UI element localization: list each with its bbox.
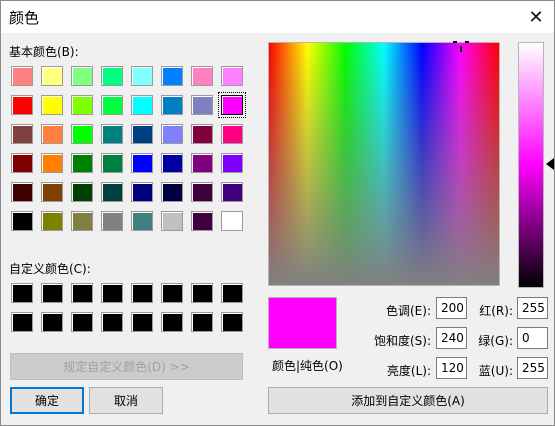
define-custom-colors-button[interactable]: 规定自定义颜色(D) >> xyxy=(10,353,243,380)
basic-color-swatch[interactable] xyxy=(221,124,243,144)
basic-color-swatch[interactable] xyxy=(191,211,213,231)
basic-color-swatch[interactable] xyxy=(131,182,153,202)
green-field[interactable]: 0 xyxy=(517,327,548,349)
saturation-field[interactable]: 240 xyxy=(436,327,467,349)
basic-color-swatch[interactable] xyxy=(161,182,183,202)
custom-color-swatch[interactable] xyxy=(41,283,63,303)
basic-color-swatch[interactable] xyxy=(131,153,153,173)
custom-color-swatch[interactable] xyxy=(131,312,153,332)
basic-color-swatch[interactable] xyxy=(41,182,63,202)
cancel-button[interactable]: 取消 xyxy=(89,387,163,414)
custom-colors-grid xyxy=(11,283,243,332)
basic-color-swatch[interactable] xyxy=(161,153,183,173)
basic-color-swatch[interactable] xyxy=(218,92,246,118)
basic-color-swatch[interactable] xyxy=(101,211,123,231)
basic-color-swatch[interactable] xyxy=(11,153,33,173)
preview-label: 颜色|纯色(O) xyxy=(272,359,343,373)
blue-label: 蓝(U): xyxy=(478,364,513,378)
basic-color-swatch[interactable] xyxy=(131,66,153,86)
basic-color-swatch[interactable] xyxy=(221,66,243,86)
basic-color-swatch[interactable] xyxy=(11,95,33,115)
basic-color-swatch[interactable] xyxy=(101,95,123,115)
basic-color-swatch[interactable] xyxy=(11,211,33,231)
basic-color-swatch[interactable] xyxy=(221,182,243,202)
red-label: 红(R): xyxy=(479,304,513,318)
basic-color-swatch[interactable] xyxy=(71,153,93,173)
basic-color-swatch[interactable] xyxy=(191,66,213,86)
saturation-label: 饱和度(S): xyxy=(373,334,431,348)
custom-color-swatch[interactable] xyxy=(101,283,123,303)
basic-color-swatch[interactable] xyxy=(191,182,213,202)
custom-color-swatch[interactable] xyxy=(41,312,63,332)
basic-color-swatch[interactable] xyxy=(161,95,183,115)
basic-color-swatch[interactable] xyxy=(71,182,93,202)
hue-field[interactable]: 200 xyxy=(436,297,467,319)
slider-arrow-icon[interactable] xyxy=(546,158,554,170)
basic-color-swatch[interactable] xyxy=(41,95,63,115)
basic-color-swatch[interactable] xyxy=(41,124,63,144)
custom-colors-label: 自定义颜色(C): xyxy=(9,262,91,276)
basic-color-swatch[interactable] xyxy=(101,124,123,144)
basic-color-swatch[interactable] xyxy=(101,153,123,173)
red-field[interactable]: 255 xyxy=(517,297,548,319)
blue-field[interactable]: 255 xyxy=(517,357,548,379)
luminance-label: 亮度(L): xyxy=(386,364,431,378)
basic-color-swatch[interactable] xyxy=(11,66,33,86)
basic-color-swatch[interactable] xyxy=(131,211,153,231)
basic-color-swatch[interactable] xyxy=(71,124,93,144)
custom-color-swatch[interactable] xyxy=(221,312,243,332)
green-label: 绿(G): xyxy=(478,334,513,348)
custom-color-swatch[interactable] xyxy=(191,312,213,332)
luminance-slider[interactable] xyxy=(518,42,544,288)
add-to-custom-colors-button[interactable]: 添加到自定义颜色(A) xyxy=(268,387,548,414)
basic-color-swatch[interactable] xyxy=(11,124,33,144)
custom-color-swatch[interactable] xyxy=(191,283,213,303)
custom-color-swatch[interactable] xyxy=(131,283,153,303)
basic-color-swatch[interactable] xyxy=(161,66,183,86)
basic-color-swatch[interactable] xyxy=(101,182,123,202)
basic-color-swatch[interactable] xyxy=(221,211,243,231)
basic-color-swatch[interactable] xyxy=(191,95,213,115)
title-bar: 颜色 ✕ xyxy=(1,1,554,33)
crosshair-icon xyxy=(453,41,469,52)
color-dialog: 颜色 ✕ 基本颜色(B): 自定义颜色(C): 规定自定义颜色(D) >> 确定… xyxy=(0,0,555,426)
basic-color-swatch[interactable] xyxy=(161,124,183,144)
custom-color-swatch[interactable] xyxy=(161,283,183,303)
basic-color-swatch[interactable] xyxy=(131,95,153,115)
basic-color-swatch[interactable] xyxy=(71,66,93,86)
custom-color-swatch[interactable] xyxy=(101,312,123,332)
basic-color-swatch[interactable] xyxy=(221,153,243,173)
basic-color-swatch[interactable] xyxy=(71,211,93,231)
basic-color-swatch[interactable] xyxy=(41,66,63,86)
ok-button[interactable]: 确定 xyxy=(10,387,84,414)
custom-color-swatch[interactable] xyxy=(11,312,33,332)
basic-color-swatch[interactable] xyxy=(71,95,93,115)
basic-colors-label: 基本颜色(B): xyxy=(9,45,79,59)
hue-label: 色调(E): xyxy=(386,304,431,318)
basic-colors-grid xyxy=(11,66,246,231)
close-icon[interactable]: ✕ xyxy=(524,5,548,29)
basic-color-swatch[interactable] xyxy=(161,211,183,231)
basic-color-swatch[interactable] xyxy=(191,124,213,144)
custom-color-swatch[interactable] xyxy=(71,283,93,303)
basic-color-swatch[interactable] xyxy=(41,153,63,173)
luminance-field[interactable]: 120 xyxy=(436,357,467,379)
basic-color-swatch[interactable] xyxy=(191,153,213,173)
dialog-title: 颜色 xyxy=(9,9,40,27)
basic-color-swatch[interactable] xyxy=(11,182,33,202)
custom-color-swatch[interactable] xyxy=(11,283,33,303)
basic-color-swatch[interactable] xyxy=(101,66,123,86)
custom-color-swatch[interactable] xyxy=(221,283,243,303)
custom-color-swatch[interactable] xyxy=(161,312,183,332)
basic-color-swatch[interactable] xyxy=(131,124,153,144)
color-preview xyxy=(268,297,337,349)
custom-color-swatch[interactable] xyxy=(71,312,93,332)
basic-color-swatch[interactable] xyxy=(41,211,63,231)
color-spectrum[interactable] xyxy=(268,42,500,286)
